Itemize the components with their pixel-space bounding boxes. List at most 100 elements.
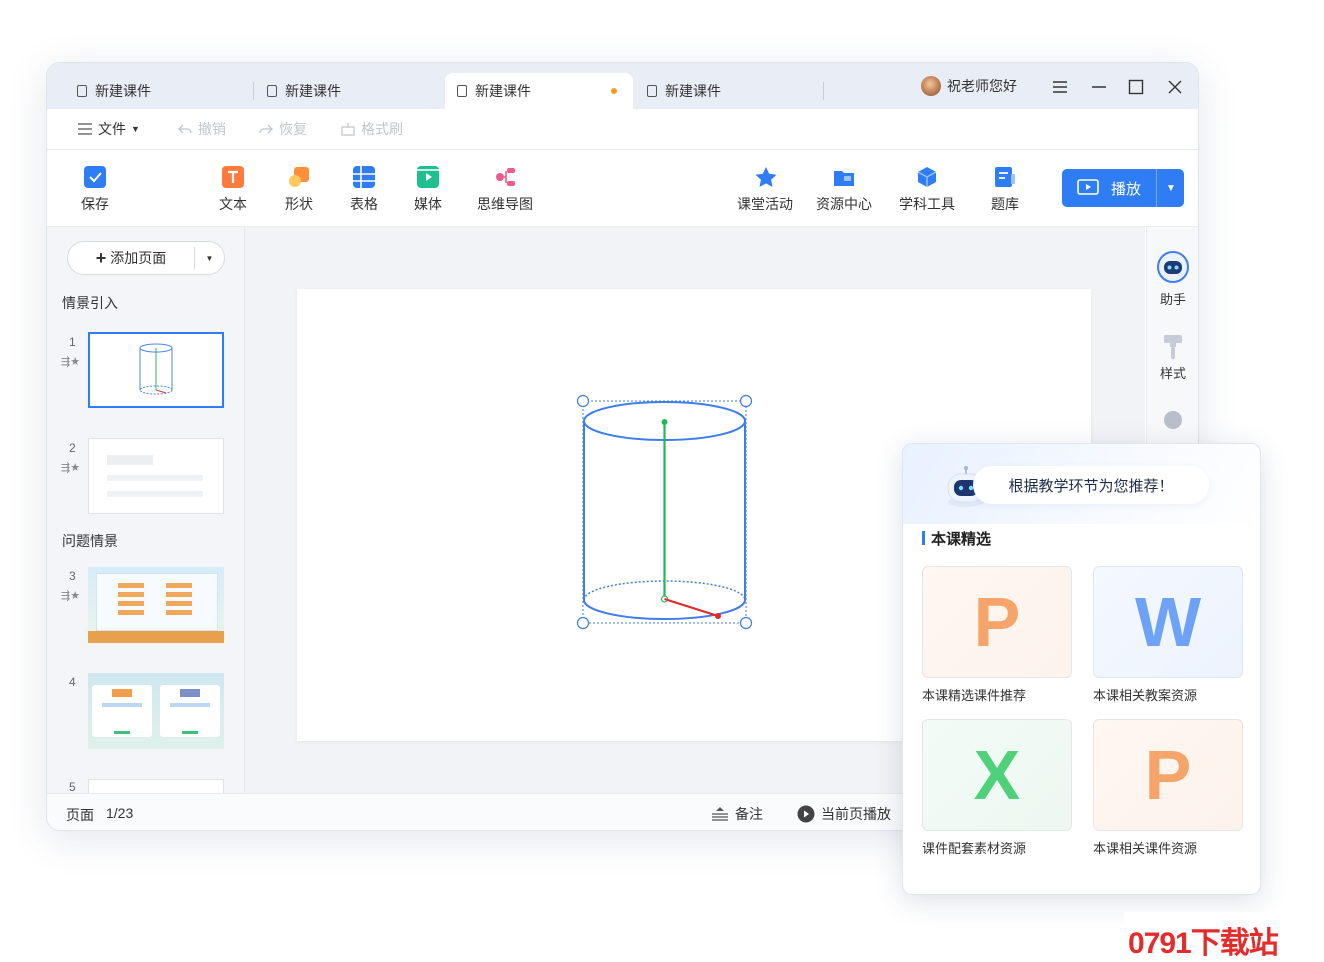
question-bank-label: 题库	[991, 196, 1019, 212]
placeholder-bar	[107, 475, 203, 481]
slide-thumbnail-5[interactable]	[88, 779, 224, 793]
thumbnail-block	[180, 689, 200, 697]
play-main[interactable]: 播放	[1062, 169, 1156, 207]
slide-thumbnail-4[interactable]	[88, 673, 224, 749]
thumbnail-number: 1	[69, 335, 76, 349]
user-menu[interactable]: 祝老师您好	[921, 76, 1017, 96]
media-button[interactable]: 媒体	[414, 166, 442, 214]
robot-icon	[1157, 251, 1189, 283]
add-page-dropdown[interactable]: ▼	[195, 242, 224, 274]
thumbnail-block	[112, 689, 132, 697]
shape-button[interactable]: 形状	[285, 166, 313, 214]
material-card[interactable]: X	[922, 719, 1072, 831]
slide-thumbnail-2[interactable]	[88, 438, 224, 514]
tab-1[interactable]: 新建课件	[77, 73, 151, 109]
menu-row: 文件 ▼ 撤销 恢复 格式刷	[47, 109, 1198, 150]
resource-center-label: 资源中心	[816, 196, 872, 212]
tab-bar: 新建课件 新建课件 新建课件 新建课件 祝老师您好	[47, 63, 1198, 109]
unsaved-dot-icon	[611, 88, 617, 94]
course-recommend-card[interactable]: P	[922, 566, 1072, 678]
question-bank-button[interactable]: 题库	[991, 166, 1019, 214]
tab-divider	[253, 82, 254, 100]
play-current-button[interactable]: 当前页播放	[797, 804, 891, 824]
slide-thumbnail-1[interactable]	[88, 332, 224, 408]
chevron-down-icon: ▼	[1166, 182, 1176, 194]
play-button[interactable]: 播放 ▼	[1062, 169, 1184, 207]
class-activity-label: 课堂活动	[737, 196, 793, 212]
subject-tools-button[interactable]: 学科工具	[899, 166, 955, 214]
undo-button[interactable]: 撤销	[177, 119, 226, 139]
hamburger-icon	[78, 123, 92, 135]
lesson-plan-card[interactable]: W	[1093, 566, 1243, 678]
add-page-label: 添加页面	[110, 250, 167, 266]
tab-2[interactable]: 新建课件	[267, 73, 341, 109]
thumbnail-number: 2	[69, 441, 76, 455]
related-courseware-card[interactable]: P	[1093, 719, 1243, 831]
tab-3-active[interactable]: 新建课件	[445, 73, 633, 109]
assistant-button[interactable]: 助手	[1147, 251, 1198, 308]
redo-icon	[259, 124, 273, 134]
text-label: 文本	[219, 196, 247, 212]
thumbnail-block	[102, 703, 142, 707]
card-label: 本课相关教案资源	[1093, 688, 1198, 703]
maximize-icon[interactable]	[1123, 75, 1149, 99]
file-menu[interactable]: 文件 ▼	[77, 119, 140, 139]
thumbnail-block	[170, 703, 210, 707]
document-icon	[77, 85, 87, 97]
style-button[interactable]: 样式	[1147, 333, 1198, 382]
file-menu-label: 文件	[98, 121, 126, 137]
thumbnail-block	[114, 731, 130, 734]
notes-button[interactable]: 备注	[711, 804, 763, 824]
ppt-icon: P	[973, 583, 1021, 661]
minimize-icon[interactable]	[1086, 75, 1112, 99]
play-dropdown[interactable]: ▼	[1156, 169, 1185, 207]
thumbnail-block	[166, 583, 192, 588]
plus-icon: +	[95, 247, 107, 268]
card-label: 本课精选课件推荐	[922, 688, 1027, 703]
text-button[interactable]: 文本	[219, 166, 247, 214]
class-activity-button[interactable]: 课堂活动	[737, 166, 793, 214]
circle-icon	[1164, 411, 1182, 429]
notes-label: 备注	[735, 806, 763, 822]
placeholder-bar	[107, 491, 203, 497]
slide-thumbnail-3[interactable]	[88, 567, 224, 643]
page-indicator: 页面 1/23	[66, 805, 133, 825]
thumbnail-number: 5	[69, 780, 76, 794]
paint-brush-icon	[1164, 335, 1182, 359]
play-circle-icon	[797, 805, 815, 823]
thumbnail-block	[166, 610, 192, 615]
placeholder-bar	[107, 455, 153, 465]
tab-4[interactable]: 新建课件	[647, 73, 721, 109]
resource-center-button[interactable]: 资源中心	[816, 166, 872, 214]
tab-divider	[823, 82, 824, 100]
play-icon	[1077, 179, 1099, 195]
add-page-main[interactable]: + 添加页面	[68, 242, 194, 274]
format-brush-button[interactable]: 格式刷	[340, 119, 403, 139]
thumbnail-number: 4	[69, 675, 76, 689]
add-page-button[interactable]: + 添加页面 ▼	[67, 241, 225, 275]
card-label: 本课相关课件资源	[1093, 841, 1198, 856]
word-icon: W	[1134, 583, 1202, 661]
format-brush-icon	[341, 123, 355, 136]
tab-label: 新建课件	[665, 83, 721, 99]
more-button[interactable]	[1147, 411, 1198, 429]
thumbnail-block	[118, 583, 144, 588]
close-icon[interactable]	[1162, 75, 1188, 99]
redo-button[interactable]: 恢复	[258, 119, 307, 139]
notes-icon	[712, 807, 728, 821]
question-bank-icon	[994, 166, 1016, 188]
menu-icon[interactable]	[1047, 75, 1073, 99]
table-button[interactable]: 表格	[350, 166, 378, 214]
section-marker	[922, 531, 925, 545]
excel-icon: X	[973, 736, 1021, 814]
subject-tools-label: 学科工具	[899, 196, 955, 212]
chevron-down-icon: ▼	[131, 124, 140, 134]
mindmap-button[interactable]: 思维导图	[477, 166, 533, 214]
shape-label: 形状	[285, 196, 313, 212]
recommendation-panel: 根据教学环节为您推荐！ 本课精选 P 本课精选课件推荐 W 本课相关教案资源 X…	[902, 443, 1261, 895]
document-icon	[267, 85, 277, 97]
save-button[interactable]: 保存	[81, 166, 109, 214]
undo-icon	[178, 124, 192, 134]
cube-icon	[916, 166, 938, 188]
tab-label: 新建课件	[95, 83, 151, 99]
